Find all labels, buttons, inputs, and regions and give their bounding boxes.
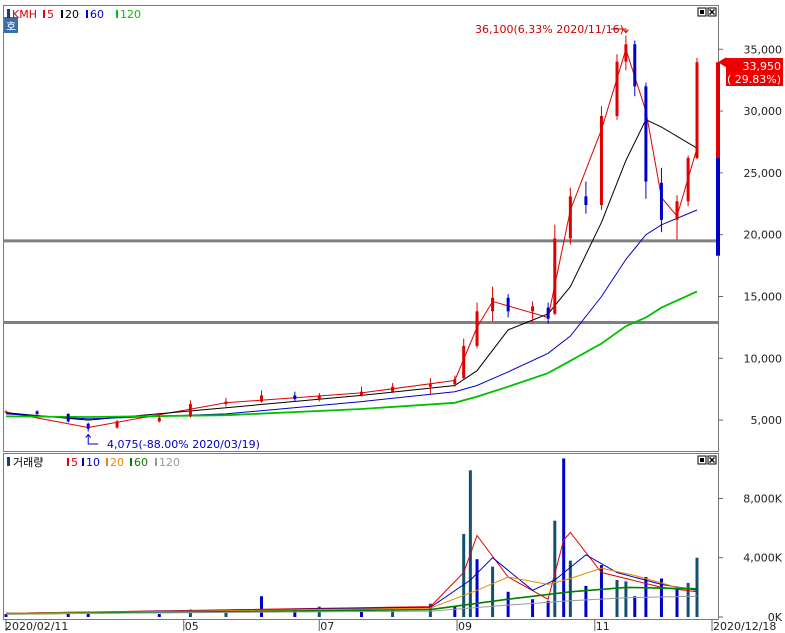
candle-body: [317, 395, 321, 400]
vol-legend-ma60: 60: [134, 456, 148, 469]
candle: [115, 420, 119, 429]
candle: [686, 155, 690, 207]
side-tag-label: 호: [6, 20, 16, 33]
candle-body: [35, 411, 39, 414]
candle-body: [491, 297, 495, 312]
volume-bar: [531, 599, 535, 617]
candle: [695, 57, 699, 160]
x-axis: 2020/02/11 05 07 09 11 2020/12/18: [5, 619, 776, 633]
candle-body: [546, 307, 550, 319]
vol-legend-ma120: 120: [159, 456, 180, 469]
candle: [599, 106, 603, 210]
volume-bar: [260, 596, 264, 617]
candle-body: [695, 62, 699, 159]
volume-title: 거래량: [13, 456, 43, 469]
price-panel: [3, 5, 719, 452]
high-annotation: 36,100(6.33% 2020/11/16): [475, 23, 629, 36]
volume-bar: [224, 612, 228, 617]
volume-bar: [695, 557, 699, 617]
candle-body: [4, 411, 8, 413]
candle-body: [675, 201, 679, 220]
price-tick-label: 15,000: [744, 290, 783, 303]
candle-body: [599, 116, 603, 206]
candle-body: [188, 404, 192, 417]
candle-body: [293, 395, 297, 400]
legend-ma60: 60: [90, 8, 104, 21]
price-tick-label: 30,000: [744, 105, 783, 118]
candle-body: [615, 61, 619, 117]
volume-bar: [157, 614, 161, 617]
candle: [615, 54, 619, 120]
candle-body: [115, 421, 119, 428]
candle-body: [453, 379, 457, 385]
candle-body: [644, 86, 648, 182]
candle-body: [584, 196, 588, 206]
stock-chart: 호 KMH 5 20 60 120 거래량 5 10 20 60 120 35,…: [3, 5, 783, 633]
volume-bar: [475, 559, 479, 617]
current-candle: [716, 62, 720, 256]
candle-body: [224, 401, 228, 405]
price-y-axis: 35,000 30,000 25,000 20,000 15,000 10,000 5,00…: [718, 43, 782, 427]
low-annotation-label: 4,075(-88.00% 2020/03/19): [107, 438, 260, 451]
x-tick-label: 2020/12/18: [713, 620, 776, 633]
candle-body: [359, 391, 363, 396]
candle: [66, 413, 70, 423]
legend-ma20: 20: [65, 8, 79, 21]
volume-bar: [491, 566, 495, 617]
price-tick-label: 20,000: [744, 229, 783, 242]
volume-bar: [568, 560, 572, 617]
candle-body: [260, 395, 264, 402]
candle-body: [66, 413, 70, 422]
candle-body: [553, 238, 557, 314]
candle-body: [506, 297, 510, 312]
candle-body: [531, 306, 535, 312]
candle-body: [391, 386, 395, 392]
candle: [644, 82, 648, 199]
volume-bar: [506, 591, 510, 617]
candle-body: [428, 384, 432, 387]
volume-bar: [633, 596, 637, 617]
candle-body: [157, 417, 161, 422]
price-tick-label: 10,000: [744, 352, 783, 365]
candle-body: [633, 44, 637, 87]
volume-bar: [468, 470, 472, 617]
candle-body: [659, 182, 663, 220]
current-candle-up: [716, 62, 720, 159]
last-price-tag: 33,950 ( 29.83%): [718, 57, 783, 86]
price-tick-label: 35,000: [744, 43, 783, 56]
vol-legend-ma20: 20: [110, 456, 124, 469]
vol-legend-ma5: 5: [71, 456, 78, 469]
price-tick-label: 5,000: [751, 414, 783, 427]
candle-body: [624, 44, 628, 62]
candle-body: [86, 423, 90, 429]
x-tick-label: 07: [320, 620, 334, 633]
legend-ma5: 5: [47, 8, 54, 21]
volume-tick-label: 8,000K: [743, 492, 782, 505]
candle-body: [475, 311, 479, 346]
price-legend: KMH 5 20 60 120: [7, 8, 141, 21]
vol-legend-ma10: 10: [86, 456, 100, 469]
volume-bar: [453, 606, 457, 617]
volume-tick-label: 4,000K: [743, 552, 782, 565]
symbol-label: KMH: [12, 8, 37, 21]
last-price: 33,950: [743, 60, 782, 73]
volume-y-axis: 8,000K4,000K0K: [718, 492, 783, 624]
legend-ma120: 120: [120, 8, 141, 21]
x-tick-label: 11: [596, 620, 610, 633]
candle-body: [686, 158, 690, 202]
current-candle-down: [716, 158, 720, 256]
last-change: ( 29.83%): [727, 73, 781, 86]
volume-panel: [3, 453, 719, 620]
high-annotation-label: 36,100(6.33% 2020/11/16): [475, 23, 624, 36]
candle-body: [462, 345, 466, 379]
volume-bar: [675, 588, 679, 617]
price-tick-label: 25,000: [744, 167, 783, 180]
x-tick-label: 2020/02/11: [5, 620, 68, 633]
volume-bar: [546, 600, 550, 617]
x-tick-label: 09: [458, 620, 472, 633]
candle-body: [568, 196, 572, 239]
x-tick-label: 05: [185, 620, 199, 633]
